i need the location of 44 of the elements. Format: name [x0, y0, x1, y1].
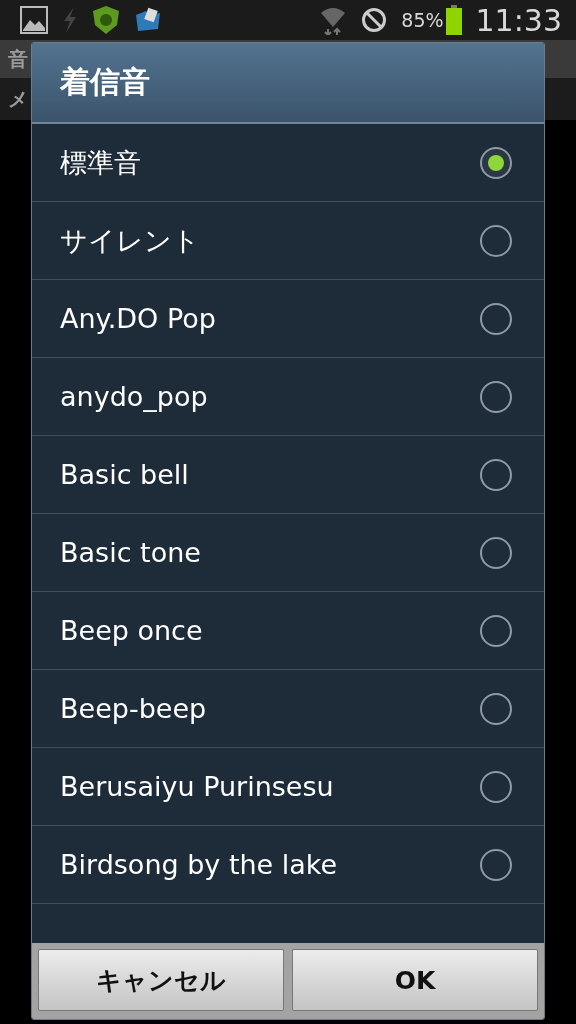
- ringtone-option[interactable]: Berusaiyu Purinsesu: [32, 748, 544, 826]
- battery-icon: [445, 5, 462, 35]
- clock: 11:33: [475, 2, 562, 38]
- screen-title: 音: [8, 45, 28, 73]
- option-label: Berusaiyu Purinsesu: [60, 771, 335, 802]
- ringtone-option[interactable]: Beep-beep: [32, 670, 544, 748]
- ok-button[interactable]: OK: [292, 949, 538, 1011]
- ringtone-option[interactable]: Birdsong by the lake: [32, 826, 544, 904]
- radio-button[interactable]: [480, 380, 512, 413]
- image-icon: [20, 6, 48, 34]
- radio-button[interactable]: [480, 458, 512, 491]
- ringtone-option[interactable]: 標準音: [32, 124, 544, 202]
- ringtone-option[interactable]: Basic tone: [32, 514, 544, 592]
- shield-icon: [92, 5, 120, 35]
- radio-button[interactable]: [480, 302, 512, 335]
- option-label: Beep-beep: [60, 693, 208, 724]
- ringtone-option[interactable]: Any.DO Pop: [32, 280, 544, 358]
- ringtone-option[interactable]: Beep once: [32, 592, 544, 670]
- lightning-icon: [62, 7, 78, 33]
- radio-button[interactable]: [480, 146, 512, 179]
- radio-button[interactable]: [480, 692, 512, 725]
- radio-button[interactable]: [480, 536, 512, 569]
- radio-button[interactable]: [480, 848, 512, 881]
- ringtone-option[interactable]: サイレント: [32, 202, 544, 280]
- cancel-button[interactable]: キャンセル: [38, 949, 284, 1011]
- radio-button[interactable]: [480, 770, 512, 803]
- option-label: anydo_pop: [60, 381, 209, 412]
- tab-label: メ: [8, 85, 28, 113]
- blocked-icon: [361, 7, 388, 33]
- ringtone-option[interactable]: Basic bell: [32, 436, 544, 514]
- radio-button[interactable]: [480, 224, 512, 257]
- wifi-icon: [319, 5, 348, 35]
- option-label: Basic bell: [60, 459, 190, 490]
- radio-button[interactable]: [480, 614, 512, 647]
- option-label: サイレント: [60, 223, 201, 258]
- battery-percent: 85%: [401, 9, 444, 31]
- option-label: Birdsong by the lake: [60, 849, 339, 880]
- option-label: Any.DO Pop: [60, 303, 217, 334]
- option-label: 標準音: [60, 145, 142, 180]
- folder-icon: [134, 7, 162, 33]
- ringtone-option[interactable]: anydo_pop: [32, 358, 544, 436]
- option-label: Basic tone: [60, 537, 202, 568]
- option-label: Beep once: [60, 615, 204, 646]
- dialog-title: 着信音: [60, 63, 150, 101]
